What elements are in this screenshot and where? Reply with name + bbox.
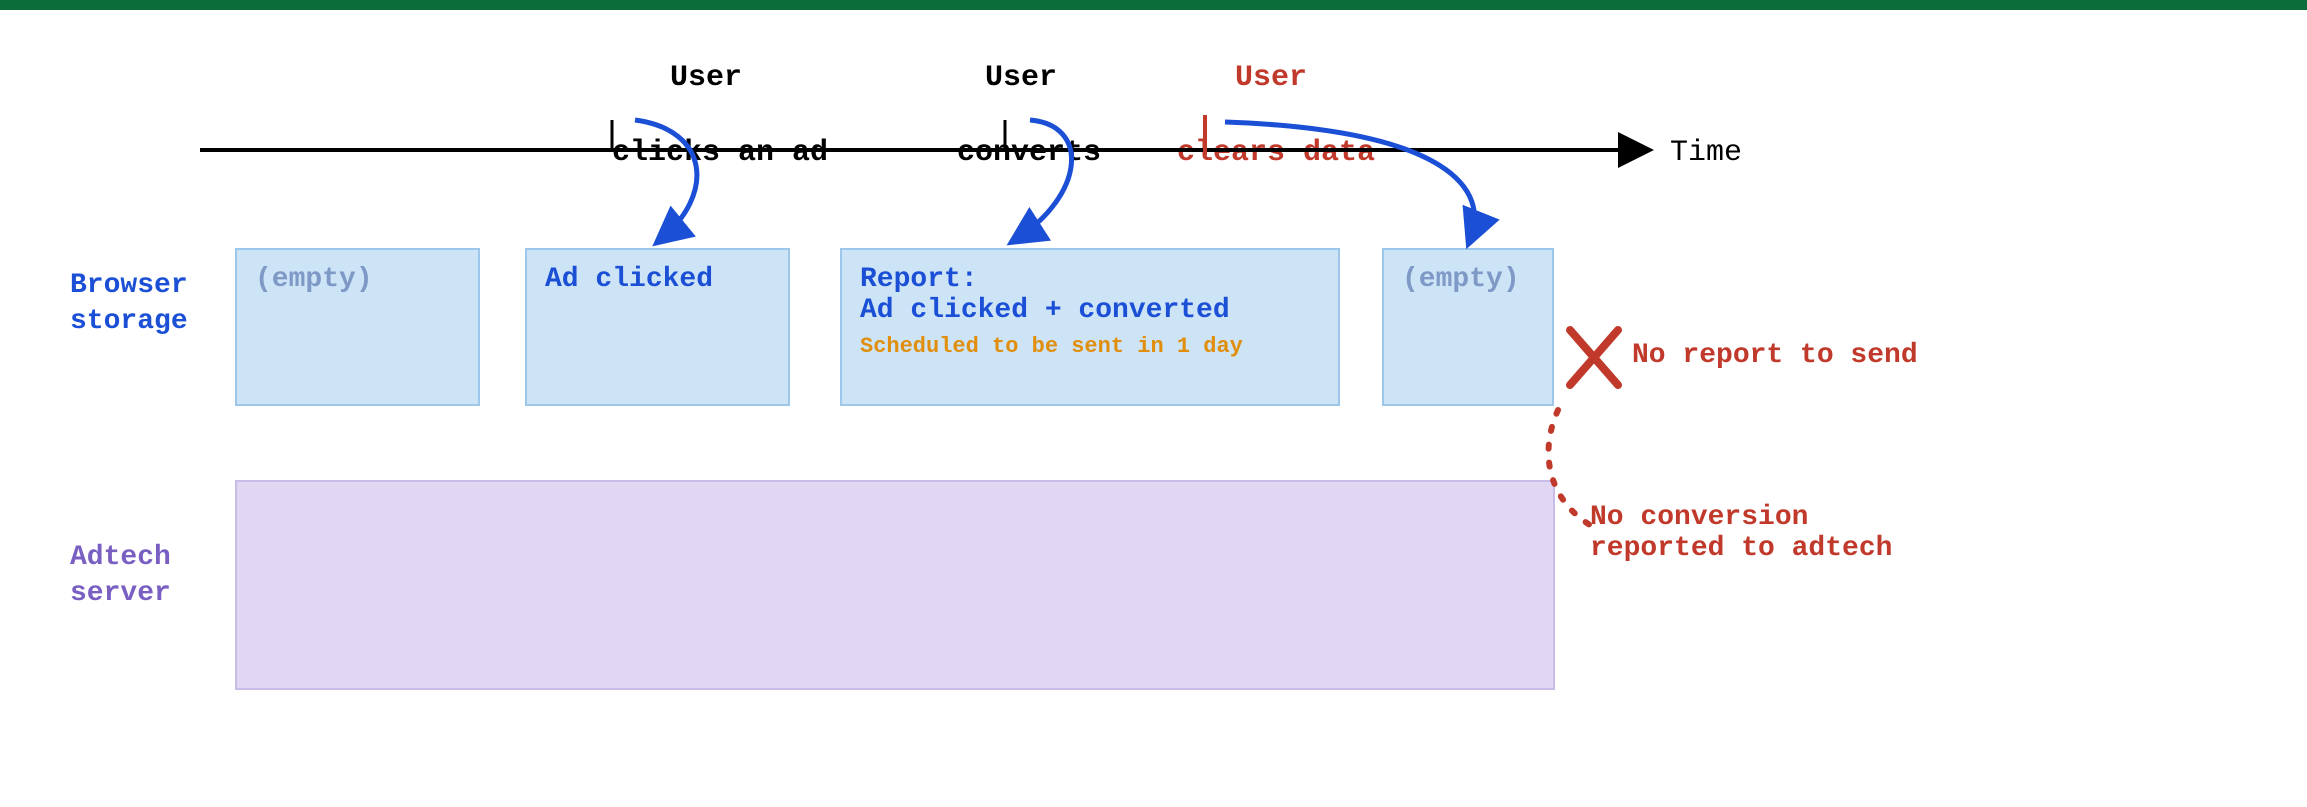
row-label-browser-storage: Browser storage (70, 268, 188, 341)
event-user-clears-data: User clears data (1105, 22, 1365, 210)
top-accent-bar (0, 0, 2307, 10)
storage-box-report: Report: Ad clicked + converted Scheduled… (840, 248, 1340, 406)
diagram-stage: User clicks an ad User converts User cle… (50, 10, 2257, 807)
event-line2: converts (957, 136, 1101, 170)
error-no-conversion-reported: No conversion reported to adtech (1590, 502, 1892, 564)
storage-box-text: Ad clicked (545, 264, 713, 295)
event-user-clicks-ad: User clicks an ad (540, 22, 800, 210)
event-line2: clicks an ad (612, 136, 828, 170)
storage-box-empty-2: (empty) (1382, 248, 1554, 406)
event-line1: User (670, 61, 742, 95)
event-line2: clears data (1177, 136, 1375, 170)
storage-box-ad-clicked: Ad clicked (525, 248, 790, 406)
event-line1: User (985, 61, 1057, 95)
storage-box-text: (empty) (1402, 264, 1520, 295)
x-icon (1570, 330, 1618, 385)
storage-box-empty-1: (empty) (235, 248, 480, 406)
event-line1: User (1235, 61, 1307, 95)
report-title: Report: (860, 264, 1320, 295)
axis-label-time: Time (1670, 136, 1742, 170)
storage-box-text: (empty) (255, 264, 373, 295)
error-no-report-to-send: No report to send (1632, 340, 1918, 371)
adtech-server-box (235, 480, 1555, 690)
row-label-adtech-server: Adtech server (70, 540, 171, 613)
report-subtext: Scheduled to be sent in 1 day (860, 334, 1320, 359)
report-body: Ad clicked + converted (860, 295, 1320, 326)
event-user-converts: User converts (885, 22, 1085, 210)
